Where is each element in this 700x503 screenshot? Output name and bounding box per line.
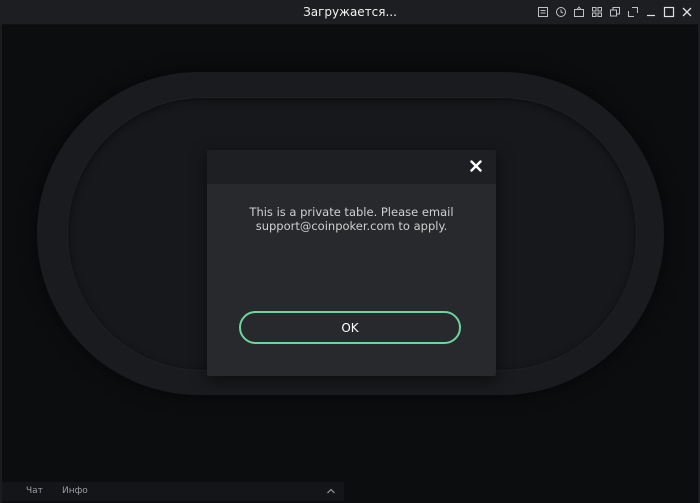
maximize-icon[interactable] [662, 5, 676, 19]
lobby-icon[interactable] [572, 5, 586, 19]
dialog-message-line-2: support@coinpoker.com to apply. [255, 219, 448, 233]
note-icon[interactable] [536, 5, 550, 19]
tab-chat[interactable]: Чат [26, 482, 43, 501]
private-table-dialog: This is a private table. Please email su… [207, 150, 496, 376]
tables-icon[interactable] [608, 5, 622, 19]
minimize-icon[interactable] [644, 5, 658, 19]
title-bar-controls [536, 0, 694, 24]
title-bar: Загружается... [0, 0, 700, 25]
tab-info[interactable]: Инфо [62, 482, 88, 501]
ok-button[interactable]: OK [239, 311, 461, 344]
grid-icon[interactable] [590, 5, 604, 19]
window-frame-left [0, 24, 2, 503]
dialog-message-line-1: This is a private table. Please email [249, 205, 454, 219]
close-icon[interactable] [470, 160, 482, 172]
resize-icon[interactable] [626, 5, 640, 19]
dialog-header [207, 150, 496, 184]
bottom-tab-bar: Чат Инфо [2, 482, 344, 501]
chevron-up-icon[interactable] [326, 487, 336, 495]
dialog-message: This is a private table. Please email su… [227, 205, 476, 233]
history-icon[interactable] [554, 5, 568, 19]
close-window-icon[interactable] [680, 5, 694, 19]
